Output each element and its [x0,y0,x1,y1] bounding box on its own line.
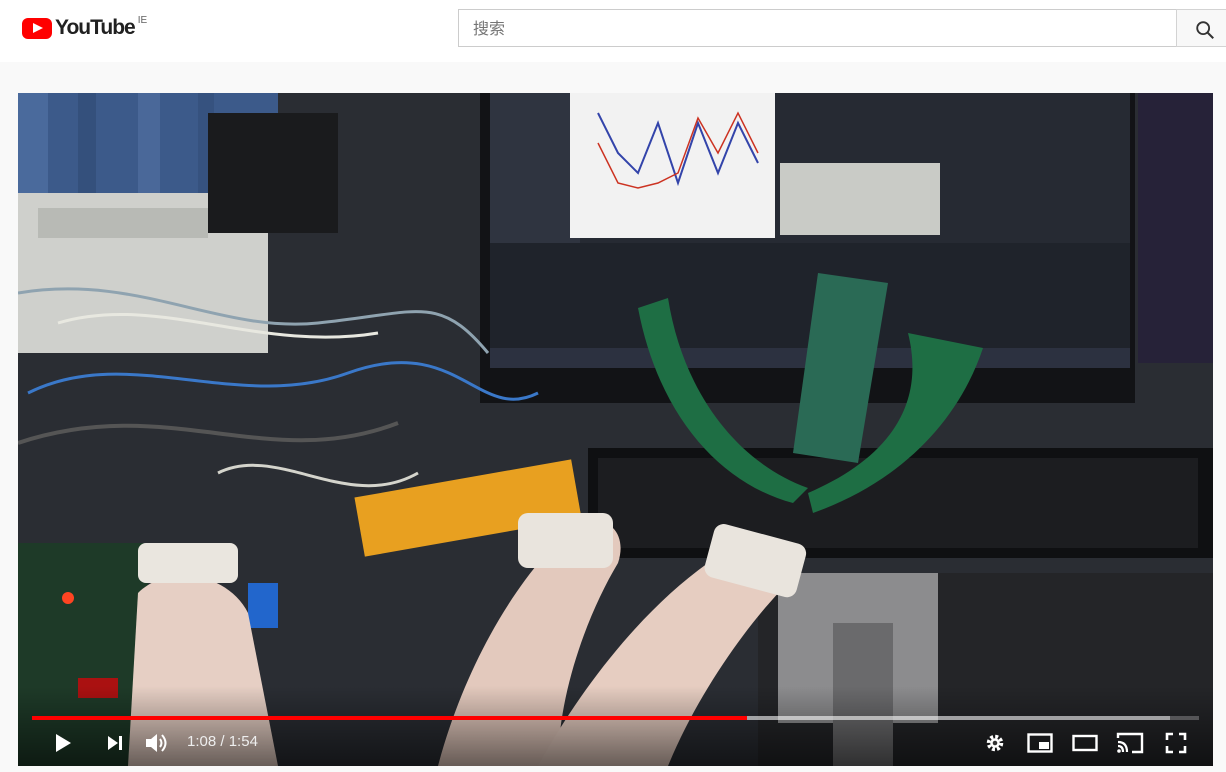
fullscreen-button[interactable] [1161,729,1191,757]
played-bar [32,716,748,720]
miniplayer-icon [1027,733,1053,753]
fullscreen-icon [1165,732,1187,754]
region-code: IE [137,15,148,26]
time-display: 1:08 / 1:54 [187,733,258,750]
settings-icon [986,734,1004,752]
logo-text: YouTube [55,16,136,39]
duration: 1:54 [228,733,258,750]
search-input[interactable] [458,9,1176,47]
youtube-logo[interactable]: YouTube IE [22,14,147,42]
mute-button[interactable] [142,729,172,757]
play-icon [56,734,71,752]
video-player[interactable]: 1:08 / 1:54 [18,93,1213,766]
search-icon [1196,21,1214,39]
cast-button[interactable] [1115,729,1145,757]
theater-icon [1072,734,1098,752]
progress-bar[interactable] [32,716,1199,720]
settings-button[interactable] [980,729,1010,757]
masthead: YouTube IE [0,0,1226,62]
next-icon [108,736,122,750]
time-separator: / [216,733,229,750]
next-button[interactable] [100,729,130,757]
theater-mode-button[interactable] [1070,729,1100,757]
miniplayer-button[interactable] [1025,729,1055,757]
volume-icon [146,734,167,752]
cast-icon [1116,732,1144,754]
youtube-logo-icon [22,17,52,39]
search-button[interactable] [1176,9,1226,47]
video-frame [18,93,1213,766]
play-button[interactable] [48,729,78,757]
current-time: 1:08 [187,733,217,750]
